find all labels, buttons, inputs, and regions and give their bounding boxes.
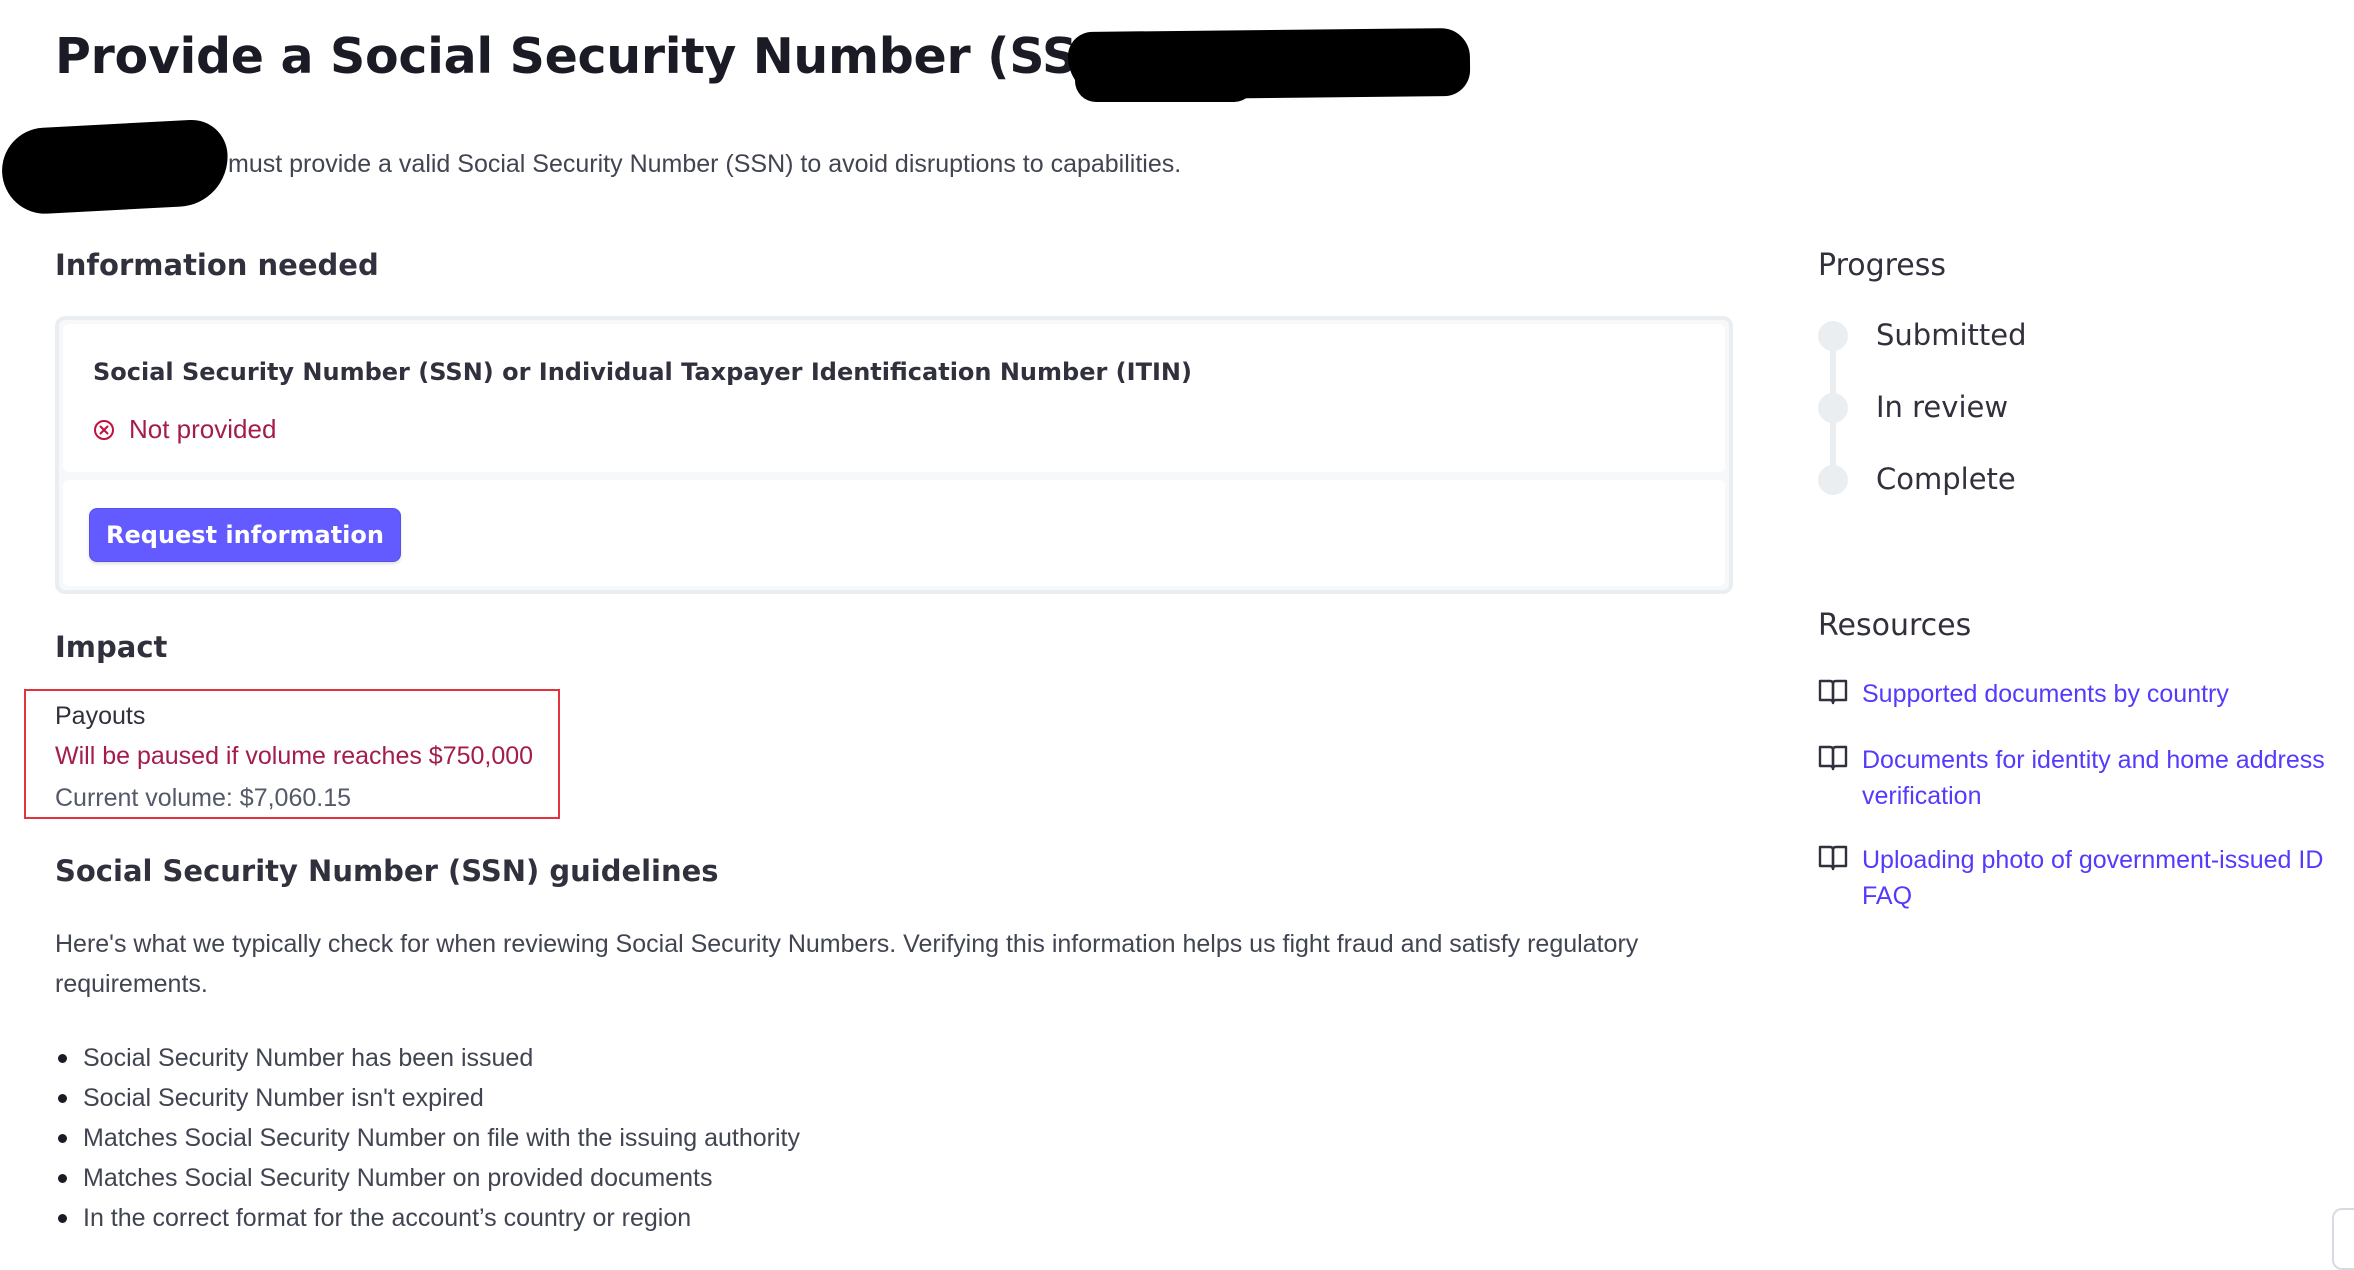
impact-heading: Impact — [55, 630, 168, 664]
book-icon — [1818, 679, 1848, 705]
impact-warning: Will be paused if volume reaches $750,00… — [55, 742, 534, 770]
information-card: Social Security Number (SSN) or Individu… — [55, 316, 1733, 594]
resource-link-photo-id-faq[interactable]: Uploading photo of government-issued ID … — [1818, 842, 2342, 914]
progress-step-dot-submitted — [1818, 321, 1848, 351]
book-icon — [1818, 745, 1848, 771]
list-item: Social Security Number isn't expired — [55, 1081, 800, 1121]
guidelines-intro: Here's what we typically check for when … — [55, 930, 1639, 998]
page-title: Provide a Social Security Number (SSN) f… — [55, 28, 1235, 85]
requirement-panel: Social Security Number (SSN) or Individu… — [63, 324, 1725, 472]
book-icon — [1818, 845, 1848, 871]
resource-link-identity-documents[interactable]: Documents for identity and home address … — [1818, 742, 2342, 814]
redacted-account-name-subtitle — [0, 118, 231, 216]
request-information-button[interactable]: Request information — [89, 508, 401, 562]
action-panel: Request information — [63, 480, 1725, 586]
resource-link-supported-documents[interactable]: Supported documents by country — [1818, 676, 2342, 712]
guidelines-list: Social Security Number has been issued S… — [55, 1041, 800, 1241]
resources-heading: Resources — [1818, 608, 1972, 643]
progress-step-submitted: Submitted — [1876, 318, 2027, 352]
page-subtitle: must provide a valid Social Security Num… — [228, 150, 1182, 178]
status-text: Not provided — [129, 414, 277, 444]
requirement-status: Not provided — [93, 414, 276, 445]
progress-step-in-review: In review — [1876, 390, 2009, 424]
list-item: Matches Social Security Number on file w… — [55, 1121, 800, 1161]
impact-label-payouts: Payouts — [55, 702, 146, 730]
redacted-account-name-tail — [1075, 60, 1255, 102]
resource-link-text[interactable]: Documents for identity and home address … — [1862, 742, 2342, 814]
progress-step-complete: Complete — [1876, 462, 2016, 496]
list-item: Matches Social Security Number on provid… — [55, 1161, 800, 1201]
requirement-title: Social Security Number (SSN) or Individu… — [93, 358, 1192, 386]
x-circle-icon — [94, 419, 114, 440]
impact-current-volume: Current volume: $7,060.15 — [55, 784, 352, 812]
progress-heading: Progress — [1818, 248, 1947, 283]
progress-step-dot-complete — [1818, 465, 1848, 495]
list-item: In the correct format for the account’s … — [55, 1201, 800, 1241]
guidelines-heading: Social Security Number (SSN) guidelines — [55, 854, 719, 888]
list-item: Social Security Number has been issued — [55, 1041, 800, 1081]
resource-link-text[interactable]: Uploading photo of government-issued ID … — [1862, 842, 2342, 914]
progress-step-dot-in-review — [1818, 393, 1848, 423]
information-needed-heading: Information needed — [55, 248, 379, 282]
scrollbar-handle[interactable] — [2332, 1208, 2354, 1270]
resource-link-text[interactable]: Supported documents by country — [1862, 676, 2342, 712]
